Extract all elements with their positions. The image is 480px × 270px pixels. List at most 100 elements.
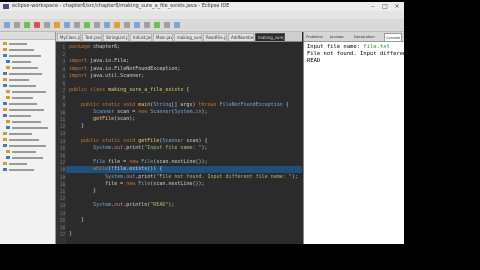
tree-item-label [12,61,31,63]
code-line[interactable]: public static void main(String[] args) t… [69,102,289,109]
editor-tab[interactable]: Test.java [82,33,102,41]
code-token: ); [201,108,208,115]
code-line[interactable]: } [69,217,84,224]
toolbar-button[interactable] [24,22,30,28]
code-token: File [141,159,154,166]
code-token: java.io.FileNotFoundException; [90,65,181,72]
minimize-button[interactable]: – [368,3,378,10]
toolbar-button[interactable] [114,22,120,28]
toolbar-button[interactable] [14,22,20,28]
toolbar-button[interactable] [104,22,110,28]
folder-icon [6,120,10,123]
code-line[interactable]: while(!file.exists()) { [66,166,302,174]
editor-tab[interactable]: AddNumbers.java [228,33,254,41]
line-number: 6 [62,81,65,86]
code-editor[interactable]: 1 2 3 4 5 6 7 8 9 10 11 12 13 14 15 16 17 18 19 20 21 22 23 24 2… [56,42,302,244]
code-token: new [129,159,142,166]
toolbar-button[interactable] [144,22,150,28]
console-line: READ [307,58,320,65]
line-number: 27 [60,232,65,238]
line-number: 8 [62,95,65,101]
code-line[interactable]: getFile(scan); [69,116,135,123]
close-button[interactable]: × [392,3,402,10]
console-output-text: Input file name: [307,44,364,50]
line-number: 21 [60,189,65,194]
editor-tab[interactable]: IntList.java [130,33,152,41]
code-line[interactable]: } [69,123,84,130]
code-token: ); [201,144,208,151]
code-line[interactable]: File file = new File(scan.nextLine()); [69,159,207,166]
code-line[interactable]: Scanner scan = new Scanner(System.in); [69,108,208,116]
toolbar-button[interactable] [64,22,70,28]
ide-window: eclipse-workspace - chapter6/src/chapter… [0,2,404,244]
tree-item-label [9,49,34,51]
folder-icon [3,132,7,135]
folder-icon [6,156,10,159]
folder-icon [3,114,7,117]
toolbar-button[interactable] [174,22,180,28]
code-token: [] args) [171,101,199,108]
code-line[interactable]: file = new File(scan.nextLine()); [69,181,204,188]
code-line[interactable]: } [69,188,96,195]
window-title: eclipse-workspace - chapter6/src/chapter… [12,3,230,9]
code-token: new [138,108,151,115]
editor-tab[interactable]: MyClass.java [57,33,81,41]
code-line[interactable]: } [69,231,72,238]
code-line[interactable]: System.out.print("File not found. Input … [69,174,298,181]
toolbar-button[interactable] [124,22,130,28]
code-line[interactable]: import java.util.Scanner; [69,73,144,80]
code-line[interactable]: System.out.print("Input file name: "); [69,144,208,152]
toolbar-button[interactable] [34,22,40,28]
code-token: public class [69,87,109,94]
editor-tab[interactable]: StringList.java [103,33,129,41]
toolbar-button[interactable] [4,22,10,28]
line-number: 24 [60,210,65,216]
tree-item-label [9,103,37,105]
toolbar-button[interactable] [134,22,140,28]
toolbar-button[interactable] [54,22,60,28]
code-line[interactable]: package chapter6; [69,44,120,51]
tree-item-label [9,73,42,75]
folder-icon [3,48,7,51]
console-tab[interactable]: Declaration [354,33,375,41]
code-token: "READ" [150,202,169,209]
console-tab[interactable]: Problems [306,33,323,41]
code-token: .print( [135,173,157,180]
package-explorer-header [0,32,55,40]
tree-item-label [9,43,27,45]
code-line[interactable]: System.out.println("READ"); [69,202,174,209]
code-token: File [69,159,106,166]
console-view[interactable]: Problems Javadoc Declaration Console Input … [303,32,404,244]
code-line[interactable]: public class making_sure_a_file_exists { [69,87,189,94]
line-number: 10 [60,109,65,115]
code-line[interactable]: public static void getFile(Scanner scan)… [69,138,207,145]
editor-tab[interactable]: Main.java [153,33,173,41]
code-line[interactable]: import java.io.FileNotFoundException; [69,66,180,73]
folder-icon [6,126,10,129]
toolbar-button[interactable] [94,22,100,28]
line-number: 18 [60,167,65,173]
eclipse-icon [3,4,9,9]
code-token: Scanner [69,108,115,115]
toolbar-button[interactable] [44,22,50,28]
code-line[interactable]: import java.io.File; [69,58,129,65]
console-tab[interactable]: Javadoc [330,33,344,41]
code-token: import [69,72,91,79]
code-token: making_sure_a_file_exists [108,87,184,94]
maximize-button[interactable]: □ [380,3,390,10]
editor-tab[interactable]: making_sure_a_f... [174,33,202,41]
code-token: import [69,58,91,65]
toolbar-button[interactable] [154,22,160,28]
editor-tab[interactable]: making_sure_a_file_exists [255,33,285,41]
console-tab[interactable]: Console [384,33,403,41]
toolbar-button[interactable] [164,22,170,28]
toolbar-button[interactable] [84,22,90,28]
code-token: System [69,144,112,151]
code-token: import [69,65,91,72]
editor-tab[interactable]: ReadFile.java [203,33,227,41]
code-token: file = [105,159,130,166]
line-number: 23 [60,203,65,209]
toolbar-button[interactable] [74,22,80,28]
folder-icon [3,42,7,45]
line-number-gutter: 1 2 3 4 5 6 7 8 9 10 11 12 13 14 15 16 17 18 19 20 21 22 23 24 2… [56,42,66,244]
